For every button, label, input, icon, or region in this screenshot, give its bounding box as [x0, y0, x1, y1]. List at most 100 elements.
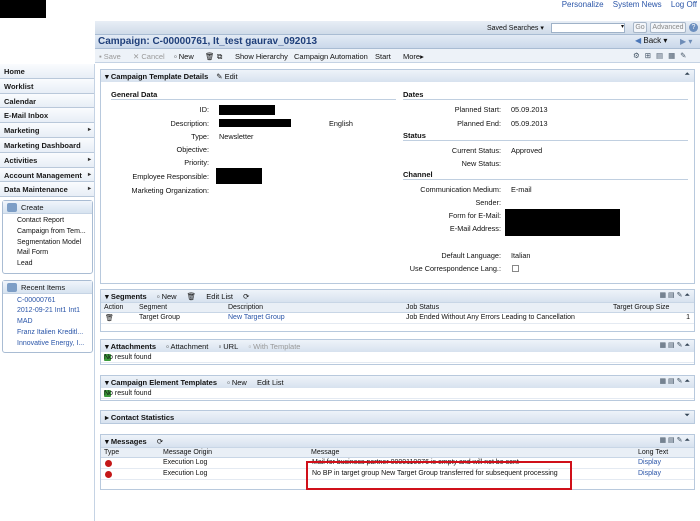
cancel-label: Cancel: [141, 52, 165, 61]
messages-section: ▾ Messages ⟳ ▦ ▤ ✎ ⏶ Type Message Origin…: [100, 434, 695, 490]
saved-searches-bar: Saved Searches ▾ ▾ Go Advanced ?: [95, 21, 700, 35]
recent-item[interactable]: C-00000761: [17, 296, 92, 307]
nav-activities-label: Activities: [4, 155, 38, 165]
segments-new-label: New: [161, 292, 177, 301]
id-label: ID:: [199, 105, 209, 114]
create-title: Create: [21, 203, 44, 213]
search-input[interactable]: [551, 23, 625, 33]
campaign-automation-button[interactable]: Campaign Automation: [294, 52, 368, 61]
show-hierarchy-button[interactable]: Show Hierarchy: [235, 52, 288, 61]
col-message: Message: [311, 449, 340, 456]
attachment-button[interactable]: ▫ Attachment: [166, 342, 208, 351]
recent-items-header[interactable]: Recent Items: [3, 280, 92, 294]
contact-statistics-header[interactable]: ▸ Contact Statistics ⏷: [101, 411, 694, 423]
chevron-right-icon: ▸: [87, 171, 91, 178]
planned-start-value: 05.09.2013: [511, 105, 548, 114]
attachment-label: Attachment: [170, 342, 209, 351]
display-link[interactable]: Display: [638, 470, 661, 477]
save-label: Save: [103, 52, 121, 61]
copy-icon[interactable]: ⧉: [217, 52, 222, 62]
create-contact-report[interactable]: Contact Report: [17, 216, 92, 227]
url-button[interactable]: ▫ URL: [218, 342, 238, 351]
type-label: Type:: [191, 132, 209, 141]
more-button[interactable]: More▸: [403, 52, 424, 61]
nav-calendar[interactable]: Calendar: [0, 93, 95, 109]
go-button[interactable]: Go: [633, 22, 647, 33]
advanced-button[interactable]: Advanced: [650, 22, 686, 33]
system-news-link[interactable]: System News: [613, 0, 662, 9]
forward-icon[interactable]: ▶ ▾: [680, 37, 692, 46]
nav-email-inbox[interactable]: E-Mail Inbox: [0, 108, 95, 124]
segments-edit-list-button[interactable]: Edit List: [206, 292, 233, 301]
nav-marketing[interactable]: Marketing ▸: [0, 123, 95, 138]
nav-marketing-dashboard[interactable]: Marketing Dashboard: [0, 137, 95, 153]
recent-item[interactable]: MAD: [17, 317, 92, 328]
recent-item[interactable]: Franz Italien Kreditl...: [17, 328, 92, 339]
create-campaign-from-template[interactable]: Campaign from Tem...: [17, 227, 92, 238]
help-icon[interactable]: ?: [689, 23, 698, 32]
edit-label: Edit: [224, 72, 238, 81]
refresh-icon[interactable]: ⟳: [157, 437, 163, 446]
redaction-block: [0, 0, 46, 18]
back-button[interactable]: ◀ Back ▾: [635, 36, 667, 45]
start-button[interactable]: Start: [375, 52, 391, 61]
description-link[interactable]: New Target Group: [228, 314, 285, 321]
toolbar: ▪ Save ✕ Cancel ▫ New 🗑 ⧉ Show Hierarchy…: [95, 49, 700, 63]
general-data-header: General Data: [111, 90, 396, 100]
messages-title: Messages: [110, 437, 147, 446]
nav-home[interactable]: Home: [0, 64, 95, 79]
section-tool-icons[interactable]: ▦ ▤ ✎ ⏶: [659, 341, 690, 350]
highlight-box: [306, 461, 572, 490]
nav-activities[interactable]: Activities ▸: [0, 152, 95, 168]
contact-statistics-section: ▸ Contact Statistics ⏷: [100, 410, 695, 424]
chevron-down-icon[interactable]: ▾: [621, 23, 624, 30]
recent-item[interactable]: Innovative Energy, I...: [17, 339, 92, 350]
element-templates-section: ▾ Campaign Element Templates ▫ New Edit …: [100, 375, 695, 401]
details-header[interactable]: ▾ Campaign Template Details ✎ Edit ⏶: [101, 70, 694, 82]
elements-edit-list-button[interactable]: Edit List: [257, 378, 284, 387]
nav-data-maintenance[interactable]: Data Maintenance ▸: [0, 182, 95, 198]
segments-header[interactable]: ▾ Segments ▫ New 🗑 Edit List ⟳ ▦ ▤ ✎ ⏶: [101, 290, 694, 302]
segments-new-button[interactable]: ▫ New: [157, 292, 177, 301]
section-tool-icons[interactable]: ▦ ▤ ✎ ⏶: [659, 377, 690, 386]
collapse-icon[interactable]: ⏶: [684, 71, 690, 79]
planned-end-value: 05.09.2013: [511, 119, 548, 128]
section-tool-icons[interactable]: ▦ ▤ ✎ ⏶: [659, 291, 690, 300]
create-lead[interactable]: Lead: [17, 259, 92, 270]
more-label: More: [403, 52, 421, 61]
attachments-header[interactable]: ▾ Attachments ▫ Attachment ▫ URL ▫ With …: [101, 340, 694, 352]
contact-statistics-title: Contact Statistics: [110, 413, 175, 422]
new-button[interactable]: ▫ New: [174, 52, 194, 61]
elements-new-button[interactable]: ▫ New: [227, 378, 247, 387]
communication-medium-label: Communication Medium:: [420, 185, 501, 194]
nav-worklist[interactable]: Worklist: [0, 78, 95, 94]
element-templates-header[interactable]: ▾ Campaign Element Templates ▫ New Edit …: [101, 376, 694, 388]
save-button[interactable]: ▪ Save: [99, 52, 121, 61]
delete-icon[interactable]: 🗑: [205, 52, 215, 61]
create-panel-header[interactable]: Create: [3, 201, 92, 215]
messages-header[interactable]: ▾ Messages ⟳ ▦ ▤ ✎ ⏶: [101, 435, 694, 447]
recent-items-panel: Recent Items C-00000761 2012-09-21 Int1 …: [2, 279, 93, 354]
display-link[interactable]: Display: [638, 459, 661, 466]
toolbar-right-icons[interactable]: ⚙⊞▤▦✎: [633, 51, 691, 60]
recent-item[interactable]: 2012-09-21 Int1 Int1: [17, 306, 92, 317]
log-off-link[interactable]: Log Off: [671, 0, 697, 9]
with-template-button[interactable]: ▫ With Template: [248, 342, 300, 351]
saved-searches-dropdown[interactable]: Saved Searches ▾: [487, 24, 544, 32]
language-value: English: [329, 119, 353, 128]
edit-button[interactable]: ✎ Edit: [216, 72, 237, 81]
use-correspondence-lang-label: Use Correspondence Lang.:: [409, 264, 501, 273]
segments-title: Segments: [110, 292, 147, 301]
segments-delete-icon[interactable]: 🗑: [187, 292, 197, 301]
create-segmentation-model[interactable]: Segmentation Model: [17, 238, 92, 249]
nav-account-management[interactable]: Account Management ▸: [0, 167, 95, 183]
use-correspondence-lang-checkbox[interactable]: [512, 265, 519, 272]
cancel-button[interactable]: ✕ Cancel: [133, 52, 165, 61]
personalize-link[interactable]: Personalize: [562, 0, 604, 9]
section-tool-icons[interactable]: ▦ ▤ ✎ ⏶: [659, 436, 690, 445]
expand-icon[interactable]: ⏷: [684, 412, 690, 420]
create-mail-form[interactable]: Mail Form: [17, 248, 92, 259]
row-delete-icon[interactable]: 🗑: [105, 314, 114, 322]
refresh-icon[interactable]: ⟳: [243, 292, 249, 301]
attachments-title: Attachments: [110, 342, 157, 351]
